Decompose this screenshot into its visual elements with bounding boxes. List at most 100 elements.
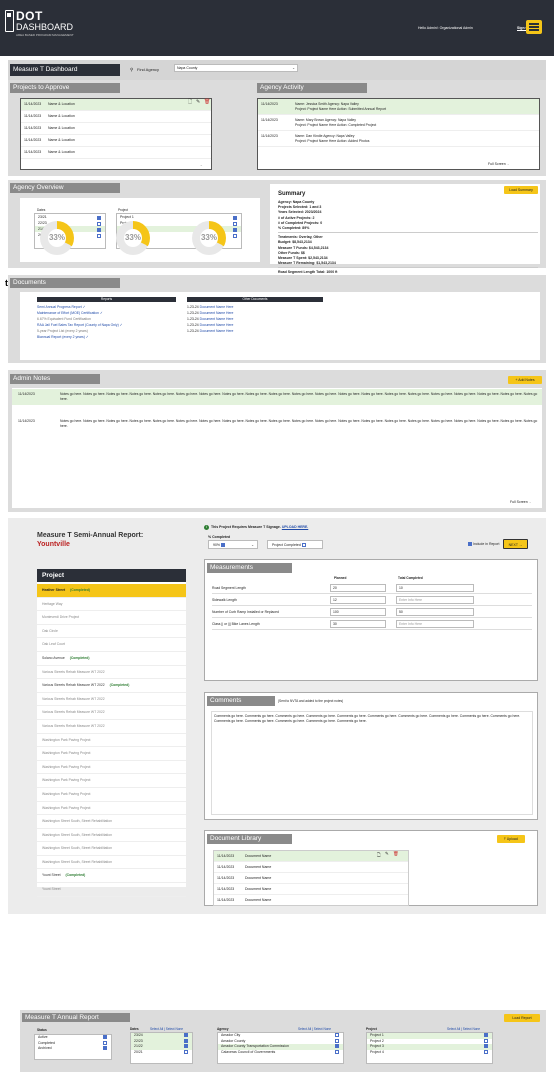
next-button[interactable]: NEXT → [503, 539, 528, 549]
project-list-item[interactable]: Yount Street (Completed) [37, 869, 186, 884]
notes-full-screen-link[interactable]: Full Screen ⌄ [510, 500, 532, 504]
project-list-item[interactable]: Washington Park Paving Project [37, 734, 186, 748]
project-list-item[interactable]: Various Streets Rehab Measure WT 2022 [37, 706, 186, 720]
project-select-all[interactable]: Select All | Select None [447, 1027, 480, 1031]
doc-name[interactable]: Document Name Here [200, 323, 234, 327]
planned-input[interactable]: 100 [330, 608, 386, 616]
project-list-item[interactable]: Heritage Way [37, 598, 186, 612]
checkbox[interactable] [484, 1038, 488, 1043]
total-completed-input[interactable]: 50 [396, 608, 474, 616]
approve-row[interactable]: 11/14/2023 Name & Location [21, 99, 211, 111]
project-list-item[interactable]: Heather Street (Completed) [37, 584, 186, 598]
library-row[interactable]: 11/14/2023 Document Name [214, 862, 408, 873]
activity-row[interactable]: 11/14/2023 Name: Jessica Smith Agency: Na… [258, 99, 539, 115]
project-completed-toggle[interactable]: Project Completed [267, 540, 323, 549]
project-name: Washington Street South, Street Rehabili… [42, 859, 112, 864]
project-list-item[interactable]: Washington Park Paving Project [37, 802, 186, 816]
project-list-item[interactable]: Washington Street South, Street Rehabili… [37, 842, 186, 856]
agency-option[interactable]: Calaveras Council of Governments [218, 1050, 343, 1056]
load-report-button[interactable]: Load Report [504, 1014, 540, 1022]
project-list-item[interactable]: Solano Avenue (Completed) [37, 652, 186, 666]
project-list-item[interactable]: Monteverdi Drive Project [37, 611, 186, 625]
library-row[interactable]: 11/14/2023 Document Name [214, 873, 408, 884]
checkbox[interactable] [103, 1040, 107, 1045]
delete-icon[interactable]: 🗑 [393, 851, 399, 857]
status-option[interactable]: Archived [35, 1046, 111, 1052]
project-list-item[interactable]: Washington Park Paving Project [37, 774, 186, 788]
doc-name[interactable]: Document Name Here [200, 317, 234, 321]
project-option[interactable]: Project 4 [367, 1050, 492, 1056]
menu-icon[interactable] [526, 20, 542, 34]
load-summary-button[interactable]: Load Summary [504, 186, 538, 194]
project-list-item[interactable]: Various Streets Rehab Measure WT 2022 (C… [37, 679, 186, 693]
project-list-item[interactable]: Washington Park Paving Project [37, 747, 186, 761]
doc-name[interactable]: Document Name Here [200, 311, 234, 315]
document-icon[interactable]: 🗋 [377, 851, 381, 859]
edit-icon[interactable]: ✎ [196, 99, 200, 105]
checkbox[interactable] [103, 1046, 107, 1051]
date-option[interactable]: 20/21 [131, 1050, 192, 1056]
checkbox[interactable] [184, 1033, 188, 1038]
checkbox[interactable] [184, 1049, 188, 1054]
project-list-item[interactable]: Oak Leaf Court [37, 638, 186, 652]
checkbox[interactable] [184, 1044, 188, 1049]
total-completed-input[interactable]: Enter Info Here [396, 620, 474, 628]
delete-icon[interactable]: 🗑 [204, 99, 210, 105]
checkbox[interactable] [484, 1049, 488, 1054]
dates-select-all[interactable]: Select All | Select None [150, 1027, 183, 1031]
other-document-row[interactable]: 1-23-24 Document Name Here [187, 328, 323, 334]
comments-textarea[interactable]: Comments go here. Comments go here. Comm… [211, 711, 533, 815]
project-list-item[interactable]: Yount Street [37, 883, 186, 897]
document-icon[interactable]: 🗋 [188, 99, 192, 107]
planned-input[interactable]: 12 [330, 596, 386, 604]
project-list-item[interactable]: Various Streets Rehab Measure WT 2022 [37, 693, 186, 707]
planned-input[interactable]: 20 [330, 584, 386, 592]
add-notes-button[interactable]: + Add Notes [508, 376, 542, 384]
checkbox[interactable] [484, 1033, 488, 1038]
doc-date: 11/14/2023 [217, 865, 235, 869]
checkbox[interactable] [103, 1035, 107, 1040]
library-row[interactable]: 11/14/2023 Document Name [214, 895, 408, 905]
approve-row[interactable]: 11/14/2023 Name & Location [21, 135, 211, 147]
include-in-report-checkbox[interactable]: Include in Report [468, 542, 499, 547]
checkbox[interactable] [484, 1044, 488, 1049]
edit-icon[interactable]: ✎ [385, 851, 389, 857]
activity-row[interactable]: 11/14/2023 Name: Mary Brown Agency: Napa … [258, 115, 539, 131]
project-list-item[interactable]: Washington Street South, Street Rehabili… [37, 856, 186, 870]
planned-input[interactable]: 30 [330, 620, 386, 628]
project-list-item[interactable]: Washington Park Paving Project [37, 788, 186, 802]
project-list-item[interactable]: Washington Street South, Street Rehabili… [37, 815, 186, 829]
checkbox[interactable] [335, 1033, 339, 1038]
upload-button[interactable]: ⤒ Upload [497, 835, 525, 843]
approve-row[interactable]: 11/14/2023 Name & Location [21, 147, 211, 159]
checkbox[interactable] [335, 1044, 339, 1049]
approve-row[interactable]: 11/14/2023 Name & Location [21, 111, 211, 123]
project-list-item[interactable]: Washington Street South, Street Rehabili… [37, 829, 186, 843]
checkbox[interactable] [97, 234, 101, 238]
project-list-item[interactable]: Washington Park Paving Project [37, 761, 186, 775]
row-name: Name & Location [48, 138, 75, 142]
checkbox[interactable] [184, 1038, 188, 1043]
doc-name[interactable]: Document Name Here [200, 329, 234, 333]
library-row[interactable]: 11/14/2023 Document Name [214, 884, 408, 895]
checkbox[interactable] [233, 234, 237, 238]
checkbox[interactable] [335, 1038, 339, 1043]
approve-row[interactable]: 11/14/2023 Name & Location [21, 123, 211, 135]
doc-name[interactable]: Document Name Here [200, 305, 234, 309]
pct-completed-select[interactable]: 90% ⌄ [208, 540, 258, 549]
project-name: Monteverdi Drive Project [42, 615, 80, 620]
total-completed-input[interactable]: 10 [396, 584, 474, 592]
upload-here-link[interactable]: UPLOAD HERE. [282, 525, 308, 529]
total-completed-input[interactable]: Enter Info Here [396, 596, 474, 604]
agency-select[interactable]: Napa County ⌄ [174, 64, 298, 72]
full-screen-link[interactable]: Full Screen ⌄ [488, 162, 510, 166]
report-link[interactable]: Biannual Report (every 2 years) ✓ [37, 334, 187, 340]
project-list-item[interactable]: Various Streets Rehab Measure WT 2022 [37, 720, 186, 734]
project-list-item[interactable]: Various Streets Rehab Measure WT 2022 [37, 666, 186, 680]
checkbox[interactable] [335, 1049, 339, 1054]
agency-select-all[interactable]: Select All | Select None [298, 1027, 331, 1031]
scroll-down-icon[interactable]: ⌄ [200, 162, 203, 167]
document-library-title: Document Library [207, 834, 292, 844]
project-list-item[interactable]: Oak Circle [37, 625, 186, 639]
activity-row[interactable]: 11/14/2023 Name: Dan Kindle Agency: Napa … [258, 131, 539, 147]
